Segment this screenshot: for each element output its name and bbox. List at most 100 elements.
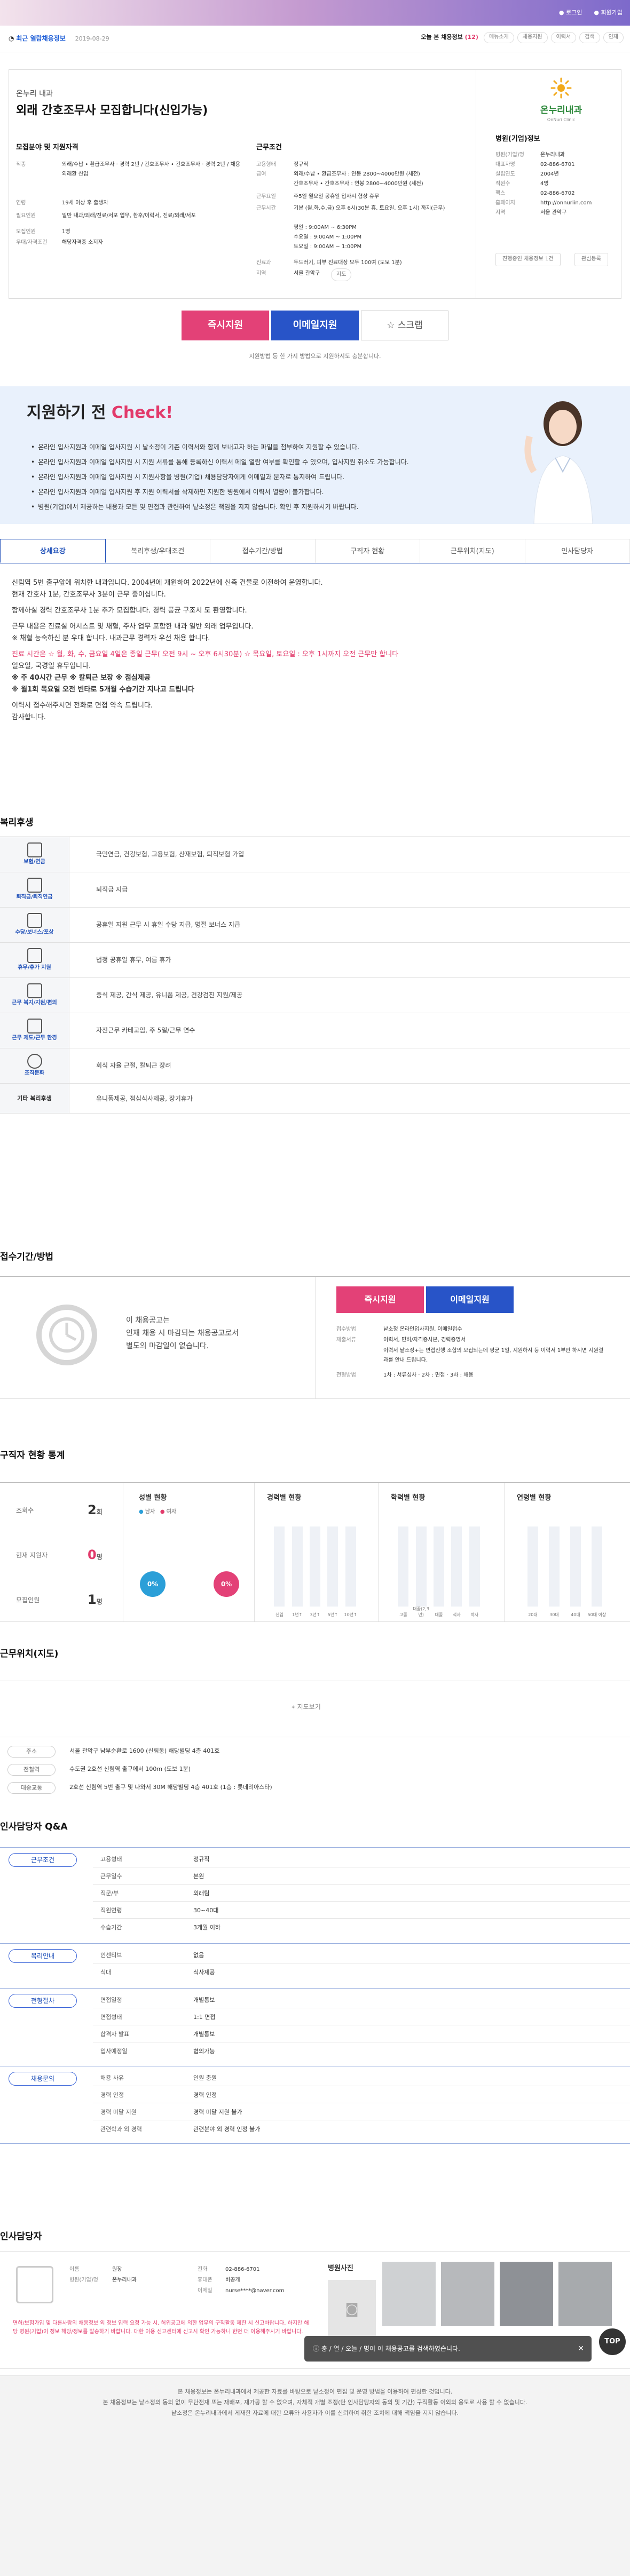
hospital-photo[interactable] [441,2262,494,2326]
scroll-top-button[interactable]: TOP [599,2328,626,2355]
info-value: 02-886-6701 [540,162,575,168]
welfare-label: 수당/보너스/포상 [15,929,54,935]
cond-value: 두드러기, 피부 진료대상 모두 100여 (도보 1분) [294,260,402,266]
apply-button[interactable]: 즉시지원 [182,311,269,340]
qa-answer: 없음 [193,1952,204,1959]
email-apply-button[interactable]: 이메일지원 [271,311,359,340]
map-pin-icon: ⌖ [292,1703,295,1711]
logo-sub: OnNuri Clinic [547,117,576,123]
detail-line: ※ 채혈 능숙하신 분 우대 합니다. 내과근무 경력자 우선 채용 합니다. [12,634,210,642]
qa-question: 관련학과 외 경력 [100,2126,142,2133]
info-key: 설립연도 [495,171,515,177]
welfare-value: 공휴일 지원 근무 시 휴일 수당 지급, 명절 보너스 지급 [96,921,240,928]
stat-key: 현재 지원자 [16,1552,48,1559]
edu-label: 고졸 [399,1612,407,1618]
hospital-photo[interactable] [558,2262,612,2326]
footer-line: 본 채용정보는 낱소정의 동의 없이 무단전재 또는 재배포, 재가공 할 수 … [103,2399,527,2406]
career-label: 3년↑ [310,1612,320,1618]
chip-0[interactable]: 메뉴소개 [483,32,514,43]
welfare-value: 유니폼제공, 점심식사제공, 장기휴가 [96,1095,193,1102]
age-label: 50대 이상 [587,1612,607,1618]
tab-reception[interactable]: 접수기간/방법 [210,539,316,563]
stat-value: 2회 [88,1502,103,1517]
recent-info[interactable]: ◔ 최근 열람채용정보 2019-08-29 [9,34,109,43]
chip-4[interactable]: 인재 [603,32,624,43]
cond-key: 급여 [256,171,266,177]
reception-apply-button[interactable]: 즉시지원 [336,1286,424,1313]
signup-link[interactable]: ● 회원가입 [594,9,623,17]
location-key: 대중교통 [7,1782,56,1794]
career-title: 경력별 현황 [267,1494,302,1502]
welfare-label: 조직문화 [25,1070,44,1076]
age-title: 연령별 현황 [517,1494,552,1502]
hospital-photo[interactable] [382,2262,436,2326]
scrap-button[interactable]: ☆ 스크랩 [361,311,448,340]
reception-value: 낱소정 온라인입사지원, 이메일접수 [383,1326,462,1332]
location-key: 전철역 [7,1764,56,1776]
close-icon[interactable]: ✕ [578,2336,584,2362]
welfare-label: 휴무/휴가 지원 [18,965,51,971]
contact-email-link[interactable]: nurse****@naver.com [225,2286,284,2296]
qa-question: 경력 인정 [100,2092,124,2098]
more-jobs-button[interactable]: 진행중인 채용정보 1건 [495,253,561,266]
interest-button[interactable]: 관심등록 [574,253,608,266]
tab-stats[interactable]: 구직자 현황 [315,539,420,563]
info-value: 4명 [540,181,549,187]
req-value: 일반 내과/외래/진료/서포 업무, 환후/이력서, 진료/외래/서포 [62,213,196,219]
login-link[interactable]: ● 로그인 [559,9,582,17]
nurse-illustration [524,401,593,524]
hospital-logo: 온누리내과 OnNuri Clinic [526,77,596,123]
welfare-row: 조직문화 회식 자율 근절, 칼퇴근 장려 [0,1048,630,1084]
age-label: 30대 [549,1612,559,1618]
info-key: 대표자명 [495,162,515,168]
age-chart: 20대 30대 40대 50대 이상 [517,1509,613,1623]
footer: 본 채용정보는 온누리내과에서 제공한 자료를 바탕으로 낱소정이 편집 및 운… [0,2375,630,2576]
hospital-photo[interactable] [500,2262,553,2326]
map-view-button[interactable]: ⌖ 지도보기 [292,1703,321,1712]
cond-value: 간호조무사 • 간호조무사 : 연봉 2800~4000만원 (세전) [294,181,423,187]
check-item: 온라인 입사지원과 이메일 입사지원 시 지원사항을 병원(기업) 채용담당자에… [31,470,409,484]
people-icon [27,1054,42,1069]
tab-welfare[interactable]: 복리후생/우대조건 [105,539,210,563]
qa-question: 인센티브 [100,1952,122,1959]
info-value: 서울 관악구 [540,210,567,216]
cond-value: 서울 관악구 [294,271,320,276]
edu-bar [451,1526,462,1607]
tab-contact[interactable]: 인사담당자 [525,539,630,563]
reception-value: 이력서, 면허/자격증사본, 경력증명서 [383,1337,466,1343]
tab-detail[interactable]: 상세요강 [0,539,106,563]
clinic-name: 온누리 내과 [16,90,53,98]
check-item: 온라인 입사지원과 이메일 입사지원 시 낱소정이 기존 이력서와 함께 보내고… [31,440,409,455]
recent-bar: ◔ 최근 열람채용정보 2019-08-29 오늘 본 채용정보 (12) 메뉴… [0,26,630,52]
edu-title: 학력별 현황 [391,1494,426,1502]
map-chip[interactable]: 지도 [331,268,352,281]
stat-key: 모집인원 [16,1596,40,1604]
qa-answer: 협의가능 [193,2048,215,2055]
qa-question: 수습기간 [100,1924,122,1931]
qa-group: 복리안내 인센티브 없음 식대 식사제공 [0,1943,630,1988]
edu-bar [434,1526,444,1607]
welfare-row: 근무 제도/근무 환경 자전근무 카테고임, 주 5일/근무 연수 [0,1013,630,1048]
edu-bar [415,1526,427,1607]
qa-question: 경력 미달 지원 [100,2109,137,2116]
location-value: 서울 관악구 남부순환로 1600 (신림동) 해당빌딩 4층 401호 [69,1747,220,1754]
gift-icon [27,878,42,893]
req-key: 필요인원 [16,213,36,219]
top-banner: ● 로그인 ● 회원가입 [0,0,630,26]
contact-warning: 면허/보험가입 및 다른사람의 채용정보 외 정보 입력 요청 가능 시, 허위… [13,2320,309,2335]
chip-2[interactable]: 이력서 [550,32,577,43]
deadline-message: 이 채용공고는 인재 채용 시 마감되는 채용공고로서 별도의 마감일이 없습니… [126,1314,239,1353]
req-key: 연령 [16,200,26,206]
chip-1[interactable]: 채용지원 [517,32,548,43]
career-label: 1년↑ [292,1612,303,1618]
homepage-link[interactable]: http://onnuriin.com [540,198,592,208]
info-value: 2004년 [540,171,559,177]
qa-question: 직원연령 [100,1907,122,1914]
gender-male-circle: 0% [140,1571,166,1597]
reception-email-button[interactable]: 이메일지원 [426,1286,514,1313]
chip-3[interactable]: 검색 [579,32,600,43]
detail-line: 진료 시간은 ☆ 월, 화, 수, 금요일 4일은 종일 근무( 오전 9시 ~… [12,650,399,658]
requirements-title: 모집분야 및 지원자격 [16,144,78,152]
welfare-value: 회식 자율 근절, 칼퇴근 장려 [96,1062,171,1069]
tab-location[interactable]: 근무위치(지도) [420,539,525,563]
